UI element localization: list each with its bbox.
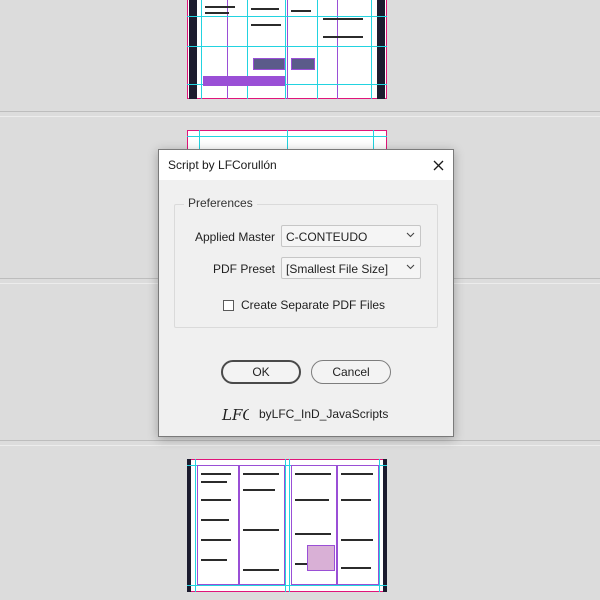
applied-master-value: C-CONTEUDO — [286, 230, 368, 244]
applied-master-dropdown[interactable]: C-CONTEUDO — [281, 225, 421, 247]
pdf-preset-dropdown[interactable]: [Smallest File Size] — [281, 257, 421, 279]
separate-pdf-option[interactable]: Create Separate PDF Files — [223, 298, 385, 312]
cancel-button[interactable]: Cancel — [311, 360, 391, 384]
preferences-group-label: Preferences — [184, 196, 257, 210]
close-button[interactable] — [423, 150, 453, 180]
spread-thumbnail-3[interactable] — [187, 459, 387, 592]
dialog-titlebar[interactable]: Script by LFCorullón — [159, 150, 453, 180]
pdf-preset-value: [Smallest File Size] — [286, 262, 389, 276]
credit-text: byLFC_InD_JavaScripts — [259, 407, 389, 421]
spread-thumbnail-1[interactable] — [187, 0, 387, 99]
lfc-logo-icon: LFC — [221, 406, 249, 424]
dialog-title: Script by LFCorullón — [168, 158, 277, 172]
logo-text: LFC — [221, 406, 249, 424]
separate-pdf-label: Create Separate PDF Files — [241, 298, 386, 312]
separate-pdf-checkbox[interactable] — [223, 299, 234, 311]
chevron-down-icon — [406, 264, 415, 270]
close-icon — [433, 160, 443, 170]
chevron-down-icon — [406, 232, 415, 238]
pdf-preset-label: PDF Preset — [212, 262, 275, 276]
applied-master-label: Applied Master — [194, 230, 275, 244]
ok-button[interactable]: OK — [221, 360, 301, 384]
script-dialog: Script by LFCorullón Preferences Applied… — [158, 149, 454, 437]
